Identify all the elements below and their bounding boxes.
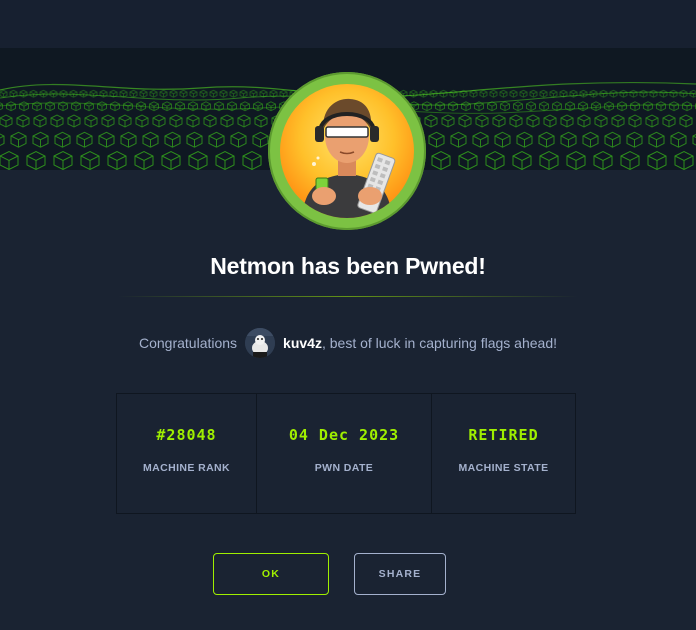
stat-value: RETIRED [468,426,539,444]
stats-panel: #28048 MACHINE RANK 04 Dec 2023 PWN DATE… [116,393,576,514]
stat-machine-rank: #28048 MACHINE RANK [117,394,257,513]
username-link[interactable]: kuv4z [283,335,322,351]
congrats-message: Congratulations kuv4z , best of luck in … [0,328,696,358]
stat-label: MACHINE STATE [458,462,549,474]
top-strip [0,0,696,48]
stat-machine-state: RETIRED MACHINE STATE [432,394,575,513]
congrats-suffix: , best of luck in capturing flags ahead! [321,335,558,351]
stat-label: MACHINE RANK [142,462,231,474]
stat-pwn-date: 04 Dec 2023 PWN DATE [257,394,432,513]
stat-label: PWN DATE [314,462,374,474]
stat-value: #28048 [156,426,217,444]
title-divider [118,296,578,297]
ok-button[interactable]: OK [213,553,329,595]
page-title: Netmon has been Pwned! [210,253,486,279]
stat-value: 04 Dec 2023 [288,426,400,444]
user-avatar[interactable] [245,328,276,358]
hacker-illustration [280,84,414,218]
congrats-prefix: Congratulations [138,335,238,351]
share-button[interactable]: SHARE [354,553,446,595]
machine-avatar [268,72,426,230]
